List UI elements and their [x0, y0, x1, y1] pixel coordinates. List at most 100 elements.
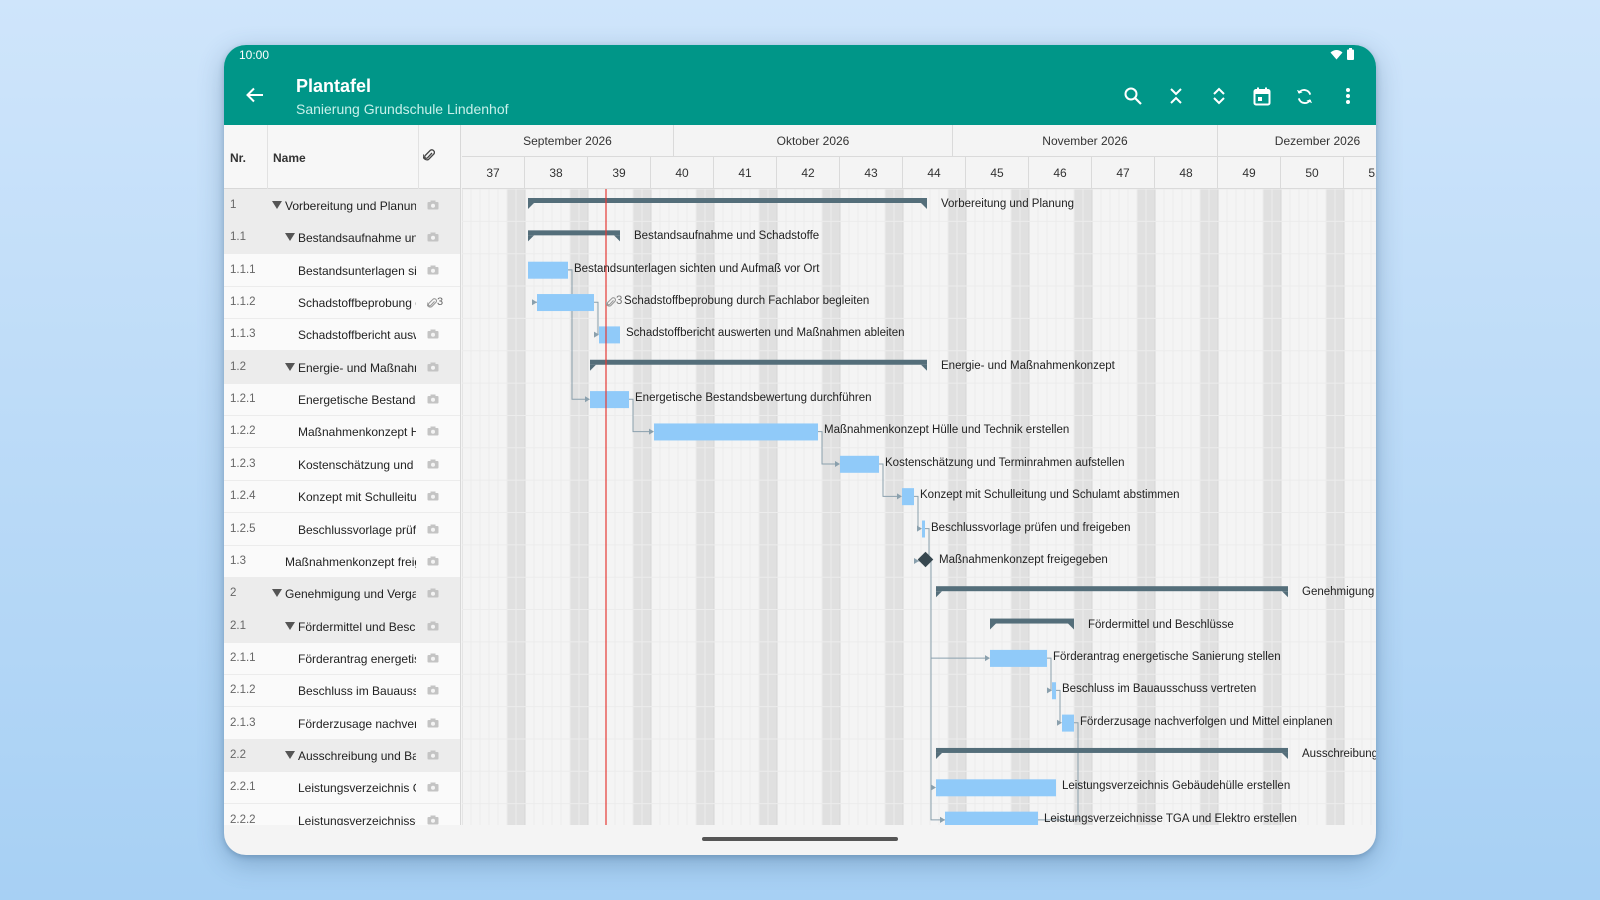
add-photo-icon[interactable] [427, 491, 439, 501]
week-label: 47 [1092, 157, 1155, 189]
bar-label: Leistungsverzeichnisse TGA und Elektro e… [1044, 812, 1297, 825]
add-photo-icon[interactable] [427, 232, 439, 242]
row-number: 1.2.5 [230, 522, 256, 535]
week-label: 38 [525, 157, 588, 189]
add-photo-icon[interactable] [427, 524, 439, 534]
row-number: 1.3 [230, 554, 246, 567]
table-row[interactable]: 1 Vorbereitung und Planung [224, 189, 460, 222]
table-row[interactable]: 1.1 Bestandsaufnahme und Schadstoffe [224, 221, 460, 255]
add-photo-icon[interactable] [427, 426, 439, 436]
table-row[interactable]: 1.2.5 Beschlussvorlage prüfen und freigeb… [224, 513, 460, 546]
more-button[interactable] [1333, 83, 1362, 109]
toolbar-actions [1118, 83, 1362, 109]
bar-label: Beschluss im Bauausschuss vertreten [1062, 683, 1257, 696]
add-photo-icon[interactable] [427, 459, 439, 469]
add-photo-icon[interactable] [427, 621, 439, 631]
row-name: Beschlussvorlage prüfen und freigeben [298, 522, 416, 537]
table-row[interactable]: 2.1.2 Beschluss im Bauausschuss vertreten [224, 674, 460, 708]
week-label: 43 [840, 157, 903, 189]
tablet-screen: 10:00 Plantafel Sanierung Grundschule Li… [224, 45, 1376, 855]
expand-toggle-icon[interactable] [285, 621, 295, 630]
add-photo-icon[interactable] [427, 750, 439, 760]
table-row[interactable]: 1.2.4 Konzept mit Schulleitung und Schula… [224, 480, 460, 514]
gantt-canvas [462, 189, 1376, 825]
expand-toggle-icon[interactable] [285, 750, 295, 759]
task-bar [936, 779, 1056, 797]
more-vert-icon [1345, 88, 1350, 104]
search-button[interactable] [1118, 83, 1147, 109]
summary-bar [936, 747, 1288, 753]
expand-all-button[interactable] [1204, 83, 1233, 109]
table-row[interactable]: 2 Genehmigung und Vergabe [224, 577, 460, 611]
add-photo-icon[interactable] [427, 653, 439, 663]
row-name: Genehmigung und Vergabe [285, 587, 416, 602]
row-name: Fördermittel und Beschlüsse [298, 619, 416, 634]
expand-toggle-icon[interactable] [272, 589, 282, 598]
table-row[interactable]: 1.2.1 Energetische Bestandsbewertung durc… [224, 383, 460, 417]
add-photo-icon[interactable] [427, 782, 439, 792]
back-button[interactable] [242, 82, 268, 108]
table-row[interactable]: 1.2.2 Maßnahmenkonzept Hülle und Technik … [224, 415, 460, 449]
table-row[interactable]: 2.2.2 Leistungsverzeichnisse TGA und Elek… [224, 804, 460, 825]
row-number: 2.2.1 [230, 781, 256, 794]
row-name: Förderzusage nachverfolgen und Mittel ei… [298, 716, 416, 731]
collapse-all-button[interactable] [1161, 83, 1190, 109]
table-row[interactable]: 2.1 Fördermittel und Beschlüsse [224, 609, 460, 643]
row-name: Leistungsverzeichnis Gebäudehülle erstel… [298, 781, 416, 796]
row-name: Förderantrag energetische Sanierung stel… [298, 651, 416, 666]
bar-label: Kostenschätzung und Terminrahmen aufstel… [885, 456, 1125, 469]
add-photo-icon[interactable] [427, 556, 439, 566]
add-photo-icon[interactable] [427, 329, 439, 339]
calendar-today-icon [1253, 87, 1270, 105]
add-photo-icon[interactable] [427, 588, 439, 598]
row-name: Energie- und Maßnahmenkonzept [298, 360, 416, 375]
column-header-attachments[interactable] [422, 148, 435, 167]
add-photo-icon[interactable] [427, 265, 439, 275]
week-label: 49 [1218, 157, 1281, 189]
expand-toggle-icon[interactable] [285, 362, 295, 371]
row-name: Kostenschätzung und Terminrahmen aufstel… [298, 457, 416, 472]
add-photo-icon[interactable] [427, 718, 439, 728]
row-name: Maßnahmenkonzept freigegeben [285, 554, 416, 569]
table-row[interactable]: 1.2 Energie- und Maßnahmenkonzept [224, 350, 460, 384]
expand-toggle-icon[interactable] [272, 201, 282, 209]
add-photo-icon[interactable] [427, 200, 439, 210]
bar-label: Energetische Bestandsbewertung durchführ… [635, 392, 872, 405]
add-photo-icon[interactable] [427, 362, 439, 372]
task-bar [990, 649, 1047, 667]
page-subtitle: Sanierung Grundschule Lindenhof [296, 101, 509, 117]
app-bar: 10:00 Plantafel Sanierung Grundschule Li… [224, 45, 1376, 125]
paperclip-icon[interactable] [606, 296, 616, 308]
sync-button[interactable] [1290, 83, 1319, 109]
expand-toggle-icon[interactable] [285, 233, 295, 242]
page-title: Plantafel [296, 76, 372, 96]
column-header-name[interactable]: Name [273, 151, 306, 165]
table-row[interactable]: 2.1.3 Förderzusage nachverfolgen und Mitt… [224, 707, 460, 740]
home-indicator[interactable] [702, 837, 898, 841]
table-row[interactable]: 2.2 Ausschreibung und Bauvergabe [224, 738, 460, 772]
table-row[interactable]: 1.3 Maßnahmenkonzept freigegeben [224, 545, 460, 578]
summary-bar-cap [1282, 752, 1288, 759]
bar-label: Schadstoffbericht auswerten und Maßnahme… [626, 327, 905, 340]
add-photo-icon[interactable] [427, 685, 439, 695]
status-time: 10:00 [239, 48, 270, 62]
dependency-arrow [914, 558, 919, 565]
column-divider [418, 125, 419, 189]
row-name: Schadstoffbericht auswerten und Maßnahme… [298, 328, 416, 343]
table-row[interactable]: 1.1.2 Schadstoffbeprobung durch Fachlabor… [224, 286, 460, 320]
add-photo-icon[interactable] [427, 394, 439, 404]
bar-label: Förderantrag energetische Sanierung stel… [1053, 650, 1281, 663]
paperclip-icon[interactable] [427, 297, 437, 309]
summary-bar-cap [528, 203, 534, 209]
gantt-chart[interactable]: September 2026 Oktober 2026 November 2026 D… [462, 125, 1376, 825]
bar-label: Schadstoffbeprobung durch Fachlabor begl… [624, 295, 870, 308]
week-label: 50 [1281, 157, 1344, 189]
today-button[interactable] [1247, 83, 1276, 109]
add-photo-icon[interactable] [427, 815, 439, 825]
table-row[interactable]: 2.1.1 Förderantrag energetische Sanierung… [224, 642, 460, 675]
table-row[interactable]: 1.1.1 Bestandsunterlagen sichten und Aufm… [224, 254, 460, 287]
column-header-nr[interactable]: Nr. [230, 151, 246, 165]
table-row[interactable]: 1.1.3 Schadstoffbericht auswerten und Maß… [224, 318, 460, 352]
table-row[interactable]: 2.2.1 Leistungsverzeichnis Gebäudehülle e… [224, 771, 460, 805]
table-row[interactable]: 1.2.3 Kostenschätzung und Terminrahmen au… [224, 448, 460, 481]
